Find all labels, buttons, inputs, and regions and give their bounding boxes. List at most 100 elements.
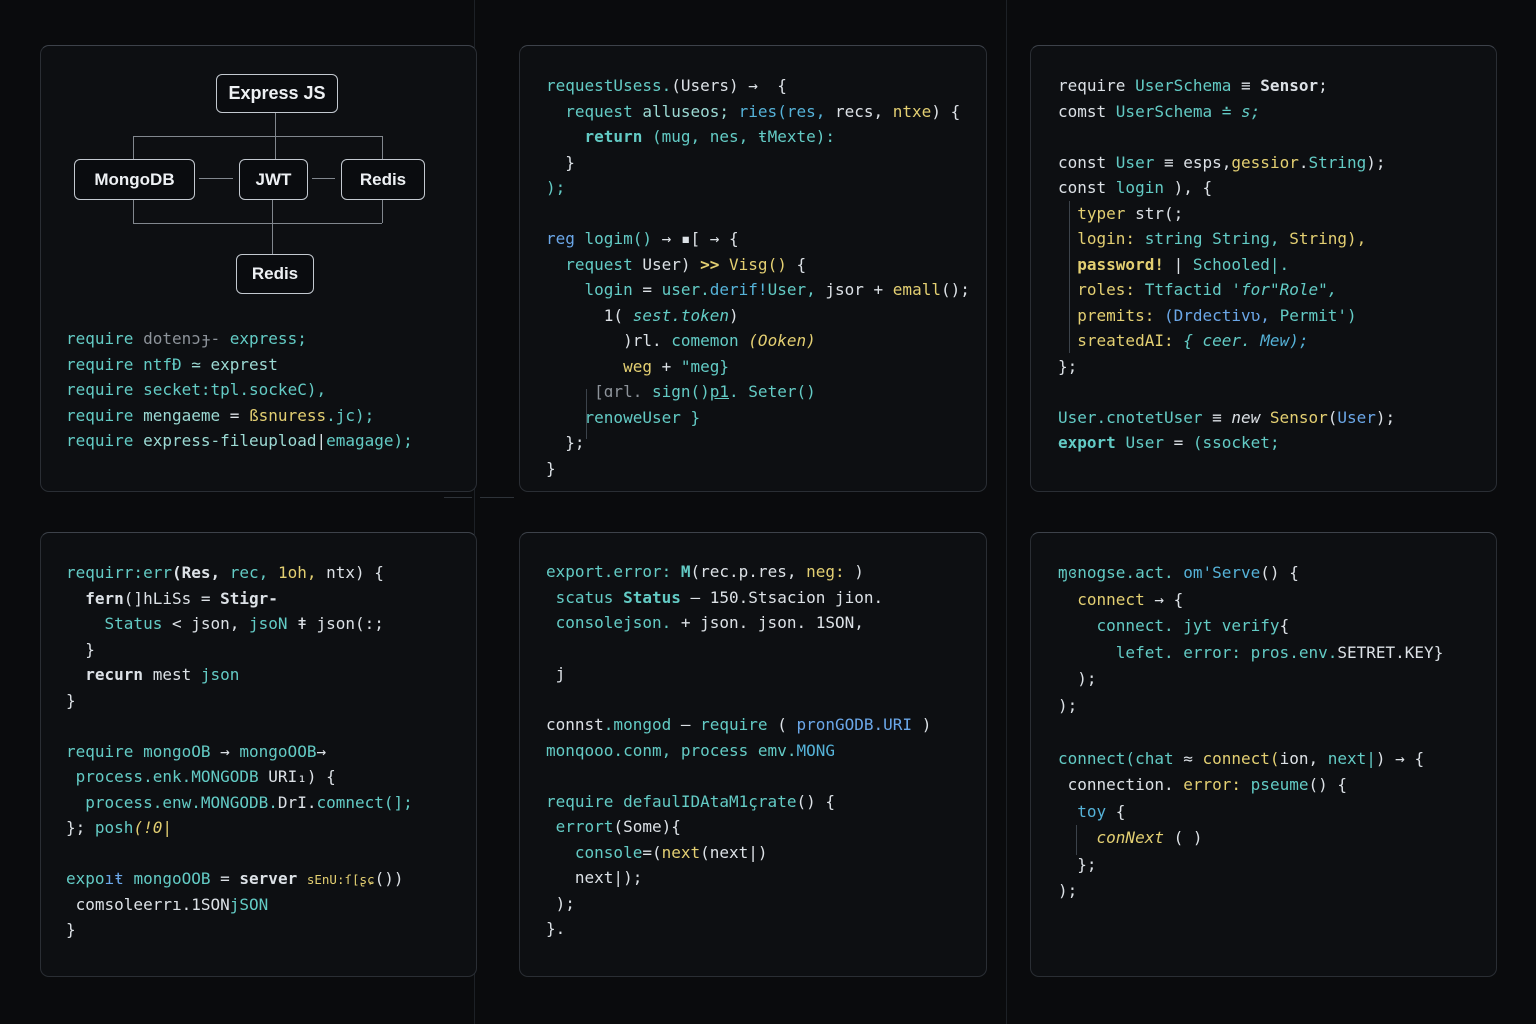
code-line: ); <box>1058 693 1443 720</box>
code-token: } <box>546 459 556 478</box>
code-token: ; <box>1318 76 1328 95</box>
code-token: next|); <box>546 868 642 887</box>
code-token: sign() <box>652 382 710 401</box>
code-token: process.enk.MONGODB <box>66 767 268 786</box>
code-token: require <box>1058 76 1135 95</box>
code-line: ); <box>1058 666 1443 693</box>
code-token: request <box>546 102 642 121</box>
code-token: next <box>662 843 701 862</box>
code-token: } <box>66 691 76 710</box>
code-line: typer str(; <box>1058 201 1395 227</box>
code-token: weg <box>546 357 662 376</box>
code-line: roles: Ttfactid 'for"Role", <box>1058 277 1395 303</box>
code-token: connection. <box>1058 775 1183 794</box>
code-token: requirr:err <box>66 563 172 582</box>
code-token: ) <box>854 562 864 581</box>
code-token: premits: <box>1058 306 1164 325</box>
code-token: errort <box>546 817 613 836</box>
code-token: neg: <box>806 562 854 581</box>
code-line: ɱɞnogse.act. om'Serve() { <box>1058 560 1443 587</box>
code-token: { <box>796 255 806 274</box>
code-line: connst.mongod – require ( pronGODB.URI ) <box>546 712 931 738</box>
code-token: | <box>316 431 326 450</box>
code-line: }. <box>546 916 931 942</box>
code-token: monqooo.conm, process emv. <box>546 741 796 760</box>
code-token: }. <box>546 919 565 938</box>
code-line: lefet. error: pros.env.SETRET.KEY} <box>1058 640 1443 667</box>
code-token: mest <box>153 665 201 684</box>
code-token: pseume <box>1251 775 1309 794</box>
code-token: server <box>239 869 306 888</box>
code-token: }; <box>66 818 95 837</box>
diagram-node-label: Express JS <box>228 83 325 104</box>
code-block-mongodb-connect: requirr:err(Res, rec, 1oh, ntx) { fern(]… <box>66 560 413 943</box>
code-token: } <box>66 920 76 939</box>
panel-code-mongodb-connect: requirr:err(Res, rec, 1oh, ntx) { fern(]… <box>40 532 477 977</box>
code-token: require <box>66 431 133 450</box>
code-line: conNext ( ) <box>1058 825 1443 852</box>
code-token: password! <box>1058 255 1174 274</box>
code-token: { <box>1280 616 1290 635</box>
code-token: renoweUser <box>546 408 691 427</box>
code-token: → <box>220 742 239 761</box>
code-token: ); <box>1058 696 1077 715</box>
code-line <box>546 763 931 789</box>
code-token: ɱɞnogse.act. <box>1058 563 1183 582</box>
code-token: login: <box>1058 229 1145 248</box>
panel-code-user-schema: require UserSchema ≡ Sensor;comst UserSc… <box>1030 45 1497 492</box>
code-token: logim() <box>585 229 662 248</box>
code-token: fern <box>66 589 124 608</box>
code-line: Status < json, jsoN ǂ json(:; <box>66 611 413 637</box>
code-token: emagage); <box>326 431 413 450</box>
code-token: connect <box>1058 590 1154 609</box>
code-line: }; <box>1058 852 1443 879</box>
code-token: require <box>546 792 623 811</box>
code-line: login = user.derif!User, jsor + emall(); <box>546 277 970 303</box>
code-token: expo <box>66 869 105 888</box>
code-token: export <box>1058 433 1125 452</box>
code-token: =( <box>642 843 661 862</box>
code-token: recs, <box>835 102 893 121</box>
code-token: roles: <box>1058 280 1145 299</box>
code-token: console <box>546 843 642 862</box>
code-line: requestUsess.(Users) → { <box>546 73 970 99</box>
code-line: } <box>66 917 413 943</box>
diagram-connector <box>133 198 134 223</box>
code-line: connect → { <box>1058 587 1443 614</box>
code-token: ≡ <box>1241 76 1260 95</box>
code-token: Visg() <box>729 255 796 274</box>
code-token: derif! <box>710 280 768 299</box>
code-line: ); <box>546 175 970 201</box>
code-line: toy { <box>1058 799 1443 826</box>
code-token: defaulIDAtaM1çrate <box>623 792 796 811</box>
code-token: – <box>681 715 700 734</box>
code-token: ≃ exprest <box>191 355 278 374</box>
code-token: esps, <box>1183 153 1231 172</box>
code-token: j <box>546 664 565 683</box>
code-token: toy <box>1058 802 1116 821</box>
code-line: requirr:err(Res, rec, 1oh, ntx) { <box>66 560 413 586</box>
code-token: Sensor <box>1270 408 1328 427</box>
code-line: connect(chat ≈ connect(ion, next|) → { <box>1058 746 1443 773</box>
code-token: (Some){ <box>613 817 680 836</box>
code-token: "meg} <box>681 357 729 376</box>
code-token: (Drdectivʋ, <box>1164 306 1280 325</box>
code-line: monqooo.conm, process emv.MONG <box>546 738 931 764</box>
code-token: ( <box>777 715 796 734</box>
code-token: (Ooken) <box>748 331 815 350</box>
code-token: Sensor <box>1260 76 1318 95</box>
code-token: )rl. <box>546 331 671 350</box>
code-line: } <box>546 456 970 482</box>
code-line: } <box>546 150 970 176</box>
code-token: request <box>546 255 642 274</box>
code-token: next| <box>1328 749 1376 768</box>
code-token: ≡ <box>1212 408 1231 427</box>
code-token: const <box>1058 153 1116 172</box>
code-token: sreatedAI: <box>1058 331 1183 350</box>
code-line <box>546 201 970 227</box>
code-token: ries(res, <box>739 102 835 121</box>
code-line: require defaulIDAtaM1çrate() { <box>546 789 931 815</box>
panel-code-request-users: requestUsess.(Users) → { request alluseo… <box>519 45 987 492</box>
code-token: ) <box>922 715 932 734</box>
code-token: (); <box>941 280 970 299</box>
